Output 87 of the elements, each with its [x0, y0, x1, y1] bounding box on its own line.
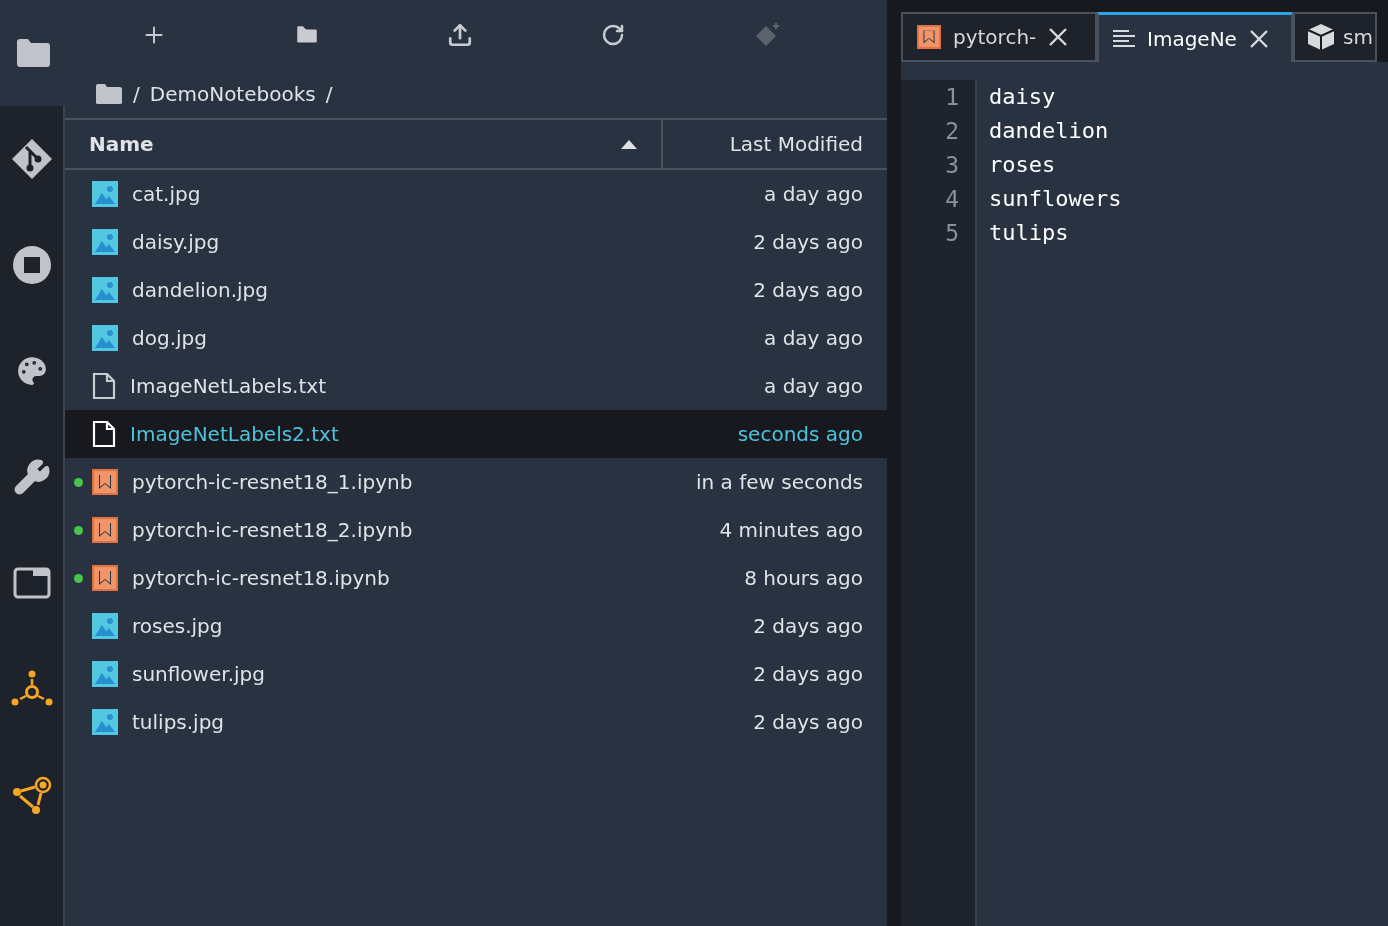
file-row[interactable]: roses.jpg 2 days ago — [65, 602, 887, 650]
code-line: tulips — [989, 219, 1070, 247]
file-row[interactable]: dog.jpg a day ago — [65, 314, 887, 362]
modified-time: 4 minutes ago — [719, 518, 864, 542]
line-number: 1 — [945, 83, 960, 112]
file-row[interactable]: pytorch-ic-resnet18_1.ipynb in a few seconds — [65, 458, 887, 506]
editor-tab[interactable]: ImageNe — [1097, 12, 1293, 62]
image-file-icon — [92, 325, 118, 351]
cube-icon — [1307, 23, 1335, 51]
file-row[interactable]: cat.jpg a day ago — [65, 170, 887, 218]
modified-time: 2 days ago — [753, 230, 864, 254]
code-line: dandelion — [989, 117, 1110, 145]
tab-title: sm — [1343, 25, 1373, 49]
modified-time: 2 days ago — [753, 662, 864, 686]
line-number: 2 — [945, 117, 960, 146]
file-name: dog.jpg — [132, 326, 208, 350]
image-file-icon — [92, 661, 118, 687]
stop-icon[interactable] — [11, 245, 52, 285]
document-icon — [92, 421, 116, 447]
notebook-icon — [92, 469, 118, 495]
image-file-icon — [92, 709, 118, 735]
code-line: roses — [989, 151, 1057, 179]
git-icon[interactable] — [10, 138, 53, 180]
image-file-icon — [92, 229, 118, 255]
file-row[interactable]: daisy.jpg 2 days ago — [65, 218, 887, 266]
file-row[interactable]: tulips.jpg 2 days ago — [65, 698, 887, 746]
tab-title: ImageNe — [1147, 26, 1237, 51]
file-name: cat.jpg — [132, 182, 202, 206]
image-file-icon — [92, 277, 118, 303]
window-tab-icon[interactable] — [12, 567, 51, 599]
image-file-icon — [92, 613, 118, 639]
editor-tab[interactable]: sm — [1293, 12, 1377, 62]
file-row[interactable]: pytorch-ic-resnet18.ipynb 8 hours ago — [65, 554, 887, 602]
wrench-icon[interactable] — [12, 458, 51, 496]
column-header[interactable]: Last Modified — [663, 120, 887, 168]
breadcrumb-link[interactable]: DemoNotebooks — [149, 82, 316, 106]
column-label: Name — [89, 132, 154, 156]
code-line: daisy — [989, 83, 1057, 111]
breadcrumb-separator: / — [325, 82, 333, 106]
file-row[interactable]: ImageNetLabels.txt a day ago — [65, 362, 887, 410]
file-name: dandelion.jpg — [132, 278, 269, 302]
folder-icon — [95, 83, 123, 105]
modified-time: a day ago — [764, 182, 864, 206]
modified-time: a day ago — [764, 326, 864, 350]
line-number: 5 — [945, 219, 960, 248]
modified-time: seconds ago — [737, 422, 864, 446]
modified-time: a day ago — [764, 374, 864, 398]
notebook-icon — [92, 565, 118, 591]
file-name: roses.jpg — [132, 614, 224, 638]
editor-tab[interactable]: pytorch- — [901, 12, 1097, 62]
file-name: ImageNetLabels.txt — [130, 374, 327, 398]
modified-time: 2 days ago — [753, 614, 864, 638]
activity-bar-tab[interactable] — [0, 0, 65, 106]
file-row[interactable]: dandelion.jpg 2 days ago — [65, 266, 887, 314]
modified-time: in a few seconds — [696, 470, 864, 494]
tab-title: pytorch- — [953, 25, 1037, 49]
file-name: daisy.jpg — [132, 230, 221, 254]
file-row[interactable]: pytorch-ic-resnet18_2.ipynb 4 minutes ago — [65, 506, 887, 554]
notebook-icon — [92, 517, 118, 543]
line-number: 3 — [945, 151, 960, 180]
graph-nodes-icon[interactable] — [10, 774, 53, 816]
image-file-icon — [92, 181, 118, 207]
folder-icon[interactable] — [14, 38, 51, 68]
refresh-icon — [600, 23, 625, 47]
notebook-icon — [917, 25, 941, 49]
breadcrumb-separator: / — [133, 82, 140, 106]
code-line: sunflowers — [989, 185, 1122, 213]
file-name: pytorch-ic-resnet18.ipynb — [132, 566, 391, 590]
column-label: Last Modified — [729, 132, 863, 156]
file-row[interactable]: ImageNetLabels2.txt seconds ago — [65, 410, 887, 458]
file-name: ImageNetLabels2.txt — [130, 422, 340, 446]
close-icon[interactable] — [1248, 28, 1269, 49]
modified-time: 2 days ago — [753, 710, 864, 734]
line-number: 4 — [945, 185, 960, 214]
file-name: tulips.jpg — [132, 710, 226, 734]
file-name: sunflower.jpg — [132, 662, 266, 686]
modified-time: 8 hours ago — [744, 566, 864, 590]
file-row[interactable]: sunflower.jpg 2 days ago — [65, 650, 887, 698]
text-lines-icon — [1113, 28, 1135, 49]
upload-icon — [447, 22, 474, 48]
modified-time: 2 days ago — [753, 278, 864, 302]
column-header[interactable]: Name — [65, 120, 663, 168]
file-name: pytorch-ic-resnet18_2.ipynb — [132, 518, 414, 542]
close-icon[interactable] — [1048, 27, 1069, 47]
node-network-icon[interactable] — [10, 670, 53, 708]
file-name: pytorch-ic-resnet18_1.ipynb — [132, 470, 414, 494]
document-icon — [92, 373, 116, 399]
